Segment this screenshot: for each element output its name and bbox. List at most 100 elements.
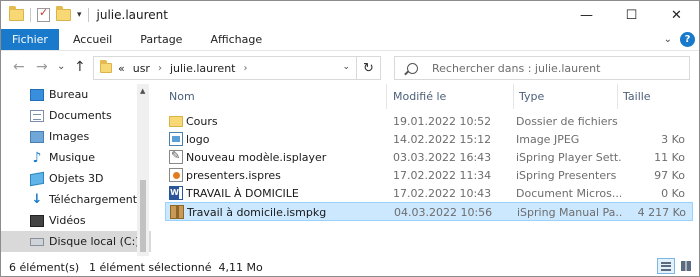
3d-objects-icon	[30, 171, 44, 186]
expand-ribbon-chevron-icon[interactable]: ⌄	[664, 34, 672, 45]
search-input[interactable]	[432, 61, 682, 75]
file-size: 97 Ko	[654, 169, 685, 182]
customize-quick-access-dropdown[interactable]: ▾	[77, 10, 82, 20]
column-divider[interactable]	[386, 84, 387, 109]
scrollbar-thumb[interactable]	[140, 180, 146, 252]
folder-icon	[100, 60, 112, 73]
navigation-pane-scrollbar[interactable]: ▲	[137, 84, 149, 256]
desktop-icon	[30, 88, 44, 101]
ribbon-tabs: Fichier Accueil Partage Affichage ⌄ ?	[1, 29, 699, 50]
file-row[interactable]: presenters.ispres 17.02.2022 11:34 iSpri…	[165, 166, 693, 185]
file-name: TRAVAIL À DOMICILE	[186, 187, 299, 200]
tab-partage[interactable]: Partage	[126, 29, 196, 50]
package-file-icon	[170, 205, 184, 219]
scroll-up-arrow-icon[interactable]: ▲	[140, 87, 145, 95]
images-icon	[30, 130, 44, 143]
sidebar-item-label: Musique	[49, 151, 95, 164]
file-date: 04.03.2022 10:56	[394, 206, 493, 219]
breadcrumb-julie-laurent[interactable]: julie.laurent	[170, 62, 236, 75]
window-controls: — ☐ ✕	[564, 1, 699, 29]
breadcrumb-separator[interactable]: ›	[158, 63, 162, 74]
details-view-icon	[661, 261, 671, 271]
breadcrumb-separator[interactable]: ›	[243, 63, 247, 74]
sidebar-item-label: Vidéos	[49, 214, 86, 227]
sidebar-item-label: Objets 3D	[49, 172, 104, 185]
status-bar: 6 élément(s) 1 élément sélectionné 4,11 …	[1, 256, 699, 276]
file-size: 4 217 Ko	[637, 206, 686, 219]
search-box	[394, 56, 690, 80]
back-button[interactable]: ←	[13, 59, 25, 75]
column-divider[interactable]	[617, 84, 618, 109]
tab-fichier[interactable]: Fichier	[1, 29, 59, 50]
ispres-file-icon	[169, 168, 183, 182]
recent-locations-dropdown[interactable]: ⌄	[57, 61, 65, 72]
large-icons-view-button[interactable]	[677, 258, 695, 274]
details-view-button[interactable]	[657, 258, 675, 274]
file-row[interactable]: Nouveau modèle.isplayer 03.03.2022 16:43…	[165, 148, 693, 167]
column-divider[interactable]	[513, 84, 514, 109]
file-name: presenters.ispres	[186, 169, 281, 182]
sidebar-item-images[interactable]: Images	[1, 126, 151, 147]
new-folder-icon[interactable]	[56, 6, 71, 21]
jpeg-file-icon	[169, 132, 183, 146]
file-row-selected[interactable]: Travail à domicile.ismpkg 04.03.2022 10:…	[165, 202, 693, 221]
file-row[interactable]: TRAVAIL À DOMICILE 17.02.2022 10:43 Docu…	[165, 184, 693, 203]
window-title: julie.laurent	[96, 8, 168, 22]
file-size: 3 Ko	[661, 133, 685, 146]
breadcrumb-overflow[interactable]: «	[118, 62, 125, 75]
breadcrumb-usr[interactable]: usr	[133, 62, 150, 75]
selection-info: 1 élément sélectionné 4,11 Mo	[89, 261, 263, 274]
column-header-date[interactable]: Modifié le	[393, 90, 446, 103]
column-header-type[interactable]: Type	[519, 90, 544, 103]
minimize-button[interactable]: —	[564, 1, 609, 29]
videos-icon	[30, 214, 44, 227]
tab-affichage[interactable]: Affichage	[196, 29, 276, 50]
file-name: Travail à domicile.ismpkg	[187, 206, 327, 219]
large-icons-view-icon	[681, 261, 691, 271]
sidebar-item-documents[interactable]: Documents	[1, 105, 151, 126]
navigation-pane: Bureau Documents Images ♪ Musique Objets…	[1, 84, 151, 256]
file-type: iSpring Manual Pa...	[517, 206, 622, 219]
file-date: 14.02.2022 15:12	[393, 133, 492, 146]
close-button[interactable]: ✕	[654, 1, 699, 29]
file-date: 17.02.2022 11:34	[393, 169, 492, 182]
file-row[interactable]: logo 14.02.2022 15:12 Image JPEG 3 Ko	[165, 130, 693, 149]
sidebar-item-objets-3d[interactable]: Objets 3D	[1, 168, 151, 189]
up-button[interactable]: ↑	[74, 59, 86, 75]
refresh-button[interactable]: ↻	[357, 56, 381, 80]
folder-icon	[169, 116, 183, 127]
isplayer-file-icon	[169, 149, 183, 164]
sidebar-item-telechargements[interactable]: ↓ Téléchargements	[1, 189, 151, 210]
sidebar-item-label: Téléchargements	[49, 193, 143, 206]
sidebar-item-musique[interactable]: ♪ Musique	[1, 147, 151, 168]
address-dropdown[interactable]: ⌄	[342, 62, 350, 72]
file-type: Image JPEG	[516, 133, 580, 146]
tab-accueil[interactable]: Accueil	[59, 29, 126, 50]
documents-icon	[30, 109, 44, 122]
column-headers: Nom Modifié le Type Taille	[151, 84, 699, 109]
sidebar-item-label: Images	[49, 130, 90, 143]
search-icon	[407, 62, 418, 74]
title-bar: ▾ julie.laurent — ☐ ✕	[1, 1, 699, 29]
file-size: 0 Ko	[661, 187, 685, 200]
item-count: 6 élément(s)	[9, 261, 80, 274]
column-header-name[interactable]: Nom	[169, 90, 195, 103]
word-file-icon	[169, 186, 183, 200]
maximize-button[interactable]: ☐	[609, 1, 654, 29]
file-size: 11 Ko	[654, 151, 685, 164]
sidebar-item-videos[interactable]: Vidéos	[1, 210, 151, 231]
help-icon[interactable]: ?	[680, 32, 695, 47]
toolbar-divider	[30, 8, 31, 22]
column-header-size[interactable]: Taille	[623, 90, 651, 103]
file-row[interactable]: Cours 19.01.2022 10:52 Dossier de fichie…	[165, 112, 693, 131]
downloads-icon: ↓	[31, 191, 43, 207]
address-bar[interactable]: « usr › julie.laurent › ⌄	[93, 56, 357, 80]
forward-button[interactable]: →	[36, 59, 48, 75]
sidebar-item-bureau[interactable]: Bureau	[1, 84, 151, 105]
file-date: 03.03.2022 16:43	[393, 151, 492, 164]
file-type: iSpring Presenters ...	[516, 169, 621, 182]
properties-icon[interactable]	[37, 6, 50, 22]
sidebar-item-disque-local[interactable]: Disque local (C:)	[1, 231, 151, 252]
file-type: iSpring Player Sett...	[516, 151, 621, 164]
sidebar-item-label: Bureau	[49, 88, 89, 101]
